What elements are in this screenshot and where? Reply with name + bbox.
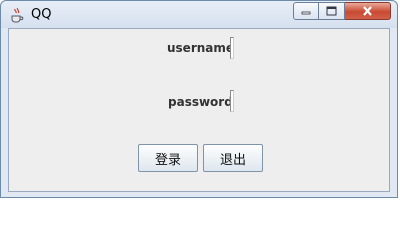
app-window: QQ username password 登录 退出: [0, 0, 398, 198]
minimize-button[interactable]: [293, 2, 319, 20]
password-label: password: [168, 95, 233, 109]
window-title: QQ: [31, 7, 52, 22]
password-field[interactable]: [230, 90, 234, 112]
client-area: username password 登录 退出: [8, 28, 390, 192]
java-coffee-cup-icon[interactable]: [9, 7, 25, 23]
username-label: username: [167, 41, 235, 55]
username-field[interactable]: [230, 37, 234, 59]
title-bar[interactable]: QQ: [1, 1, 397, 28]
caption-buttons: [293, 2, 391, 20]
maximize-button[interactable]: [319, 2, 345, 20]
close-button[interactable]: [345, 2, 391, 20]
minimize-icon: [301, 11, 311, 15]
exit-button[interactable]: 退出: [203, 144, 263, 172]
close-icon: [363, 6, 372, 16]
maximize-icon: [326, 6, 337, 16]
login-button[interactable]: 登录: [138, 144, 198, 172]
